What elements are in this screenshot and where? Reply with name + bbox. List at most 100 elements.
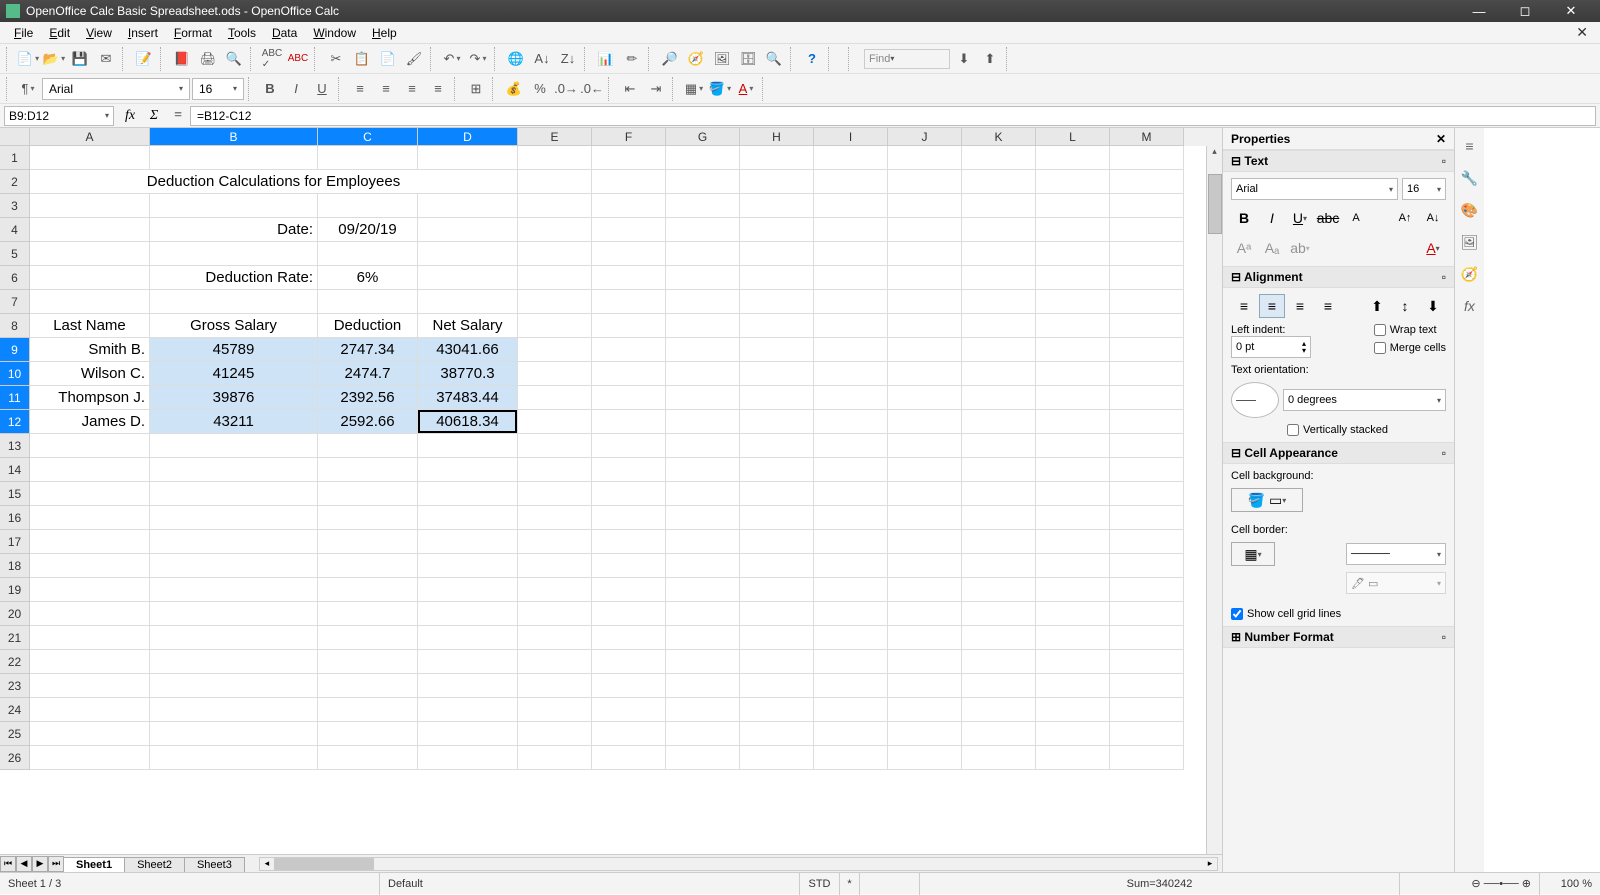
- cell-B25[interactable]: [150, 722, 318, 746]
- merge-cells-checkbox[interactable]: [1374, 342, 1386, 354]
- spellcheck-button[interactable]: ABC✓: [260, 47, 284, 71]
- cell-L21[interactable]: [1036, 626, 1110, 650]
- cell-E17[interactable]: [518, 530, 592, 554]
- cell-B20[interactable]: [150, 602, 318, 626]
- cell-M16[interactable]: [1110, 506, 1184, 530]
- cell-J16[interactable]: [888, 506, 962, 530]
- cell-L24[interactable]: [1036, 698, 1110, 722]
- cell-L3[interactable]: [1036, 194, 1110, 218]
- cell-D25[interactable]: [418, 722, 518, 746]
- cell-A4[interactable]: [30, 218, 150, 242]
- wrap-text-checkbox[interactable]: [1374, 324, 1386, 336]
- cell-D9[interactable]: 43041.66: [418, 338, 518, 362]
- sheet-tab-sheet1[interactable]: Sheet1: [63, 857, 125, 872]
- styles-button[interactable]: ¶: [16, 77, 40, 101]
- cell-L14[interactable]: [1036, 458, 1110, 482]
- more-options-icon[interactable]: ▫: [1442, 630, 1446, 644]
- cell-H24[interactable]: [740, 698, 814, 722]
- cell-M2[interactable]: [1110, 170, 1184, 194]
- cell-H17[interactable]: [740, 530, 814, 554]
- cell-H8[interactable]: [740, 314, 814, 338]
- cell-M21[interactable]: [1110, 626, 1184, 650]
- cell-F8[interactable]: [592, 314, 666, 338]
- row-header-5[interactable]: 5: [0, 242, 30, 266]
- percent-button[interactable]: %: [528, 77, 552, 101]
- cell-H21[interactable]: [740, 626, 814, 650]
- cell-G21[interactable]: [666, 626, 740, 650]
- cell-H14[interactable]: [740, 458, 814, 482]
- cell-I26[interactable]: [814, 746, 888, 770]
- zoom-slider[interactable]: ⊖ ──•── ⊕: [1400, 873, 1540, 895]
- cell-I23[interactable]: [814, 674, 888, 698]
- cell-K2[interactable]: [962, 170, 1036, 194]
- zoom-button[interactable]: 🔍: [762, 47, 786, 71]
- text-orient-dial[interactable]: [1231, 382, 1279, 418]
- cell-A17[interactable]: [30, 530, 150, 554]
- currency-button[interactable]: 💰: [502, 77, 526, 101]
- row-header-8[interactable]: 8: [0, 314, 30, 338]
- row-header-2[interactable]: 2: [0, 170, 30, 194]
- cell-A2[interactable]: Deduction Calculations for Employees: [30, 170, 518, 194]
- cell-F10[interactable]: [592, 362, 666, 386]
- cell-F15[interactable]: [592, 482, 666, 506]
- cell-F23[interactable]: [592, 674, 666, 698]
- cell-C25[interactable]: [318, 722, 418, 746]
- row-header-13[interactable]: 13: [0, 434, 30, 458]
- status-sum[interactable]: Sum=340242: [920, 873, 1400, 895]
- sidebar-super-button[interactable]: Aᵃ: [1231, 236, 1257, 260]
- cell-C26[interactable]: [318, 746, 418, 770]
- hyperlink-button[interactable]: 🌐: [504, 47, 528, 71]
- cell-L20[interactable]: [1036, 602, 1110, 626]
- sidebar-config-button[interactable]: ≡: [1458, 134, 1482, 158]
- row-header-24[interactable]: 24: [0, 698, 30, 722]
- close-button[interactable]: ✕: [1548, 0, 1594, 22]
- cell-G18[interactable]: [666, 554, 740, 578]
- cell-D6[interactable]: [418, 266, 518, 290]
- cell-H23[interactable]: [740, 674, 814, 698]
- cell-E21[interactable]: [518, 626, 592, 650]
- cell-B23[interactable]: [150, 674, 318, 698]
- cell-H18[interactable]: [740, 554, 814, 578]
- cell-G10[interactable]: [666, 362, 740, 386]
- cell-K1[interactable]: [962, 146, 1036, 170]
- cell-J8[interactable]: [888, 314, 962, 338]
- cell-F1[interactable]: [592, 146, 666, 170]
- sidebar-valign-top-button[interactable]: ⬆: [1364, 294, 1390, 318]
- row-header-20[interactable]: 20: [0, 602, 30, 626]
- cell-F6[interactable]: [592, 266, 666, 290]
- redo-button[interactable]: ↷: [466, 47, 490, 71]
- cell-J15[interactable]: [888, 482, 962, 506]
- sidebar-valign-mid-button[interactable]: ↕: [1392, 294, 1418, 318]
- row-header-26[interactable]: 26: [0, 746, 30, 770]
- cell-M13[interactable]: [1110, 434, 1184, 458]
- cell-B1[interactable]: [150, 146, 318, 170]
- cell-B17[interactable]: [150, 530, 318, 554]
- cell-K12[interactable]: [962, 410, 1036, 434]
- cell-G5[interactable]: [666, 242, 740, 266]
- column-header-L[interactable]: L: [1036, 128, 1110, 146]
- cell-H26[interactable]: [740, 746, 814, 770]
- cell-M14[interactable]: [1110, 458, 1184, 482]
- sidebar-underline-button[interactable]: U▾: [1287, 206, 1313, 230]
- cell-C3[interactable]: [318, 194, 418, 218]
- cell-G23[interactable]: [666, 674, 740, 698]
- cell-H5[interactable]: [740, 242, 814, 266]
- cell-D21[interactable]: [418, 626, 518, 650]
- cell-J25[interactable]: [888, 722, 962, 746]
- column-header-D[interactable]: D: [418, 128, 518, 146]
- font-size-combo[interactable]: 16▾: [192, 78, 244, 100]
- cell-M4[interactable]: [1110, 218, 1184, 242]
- cell-L18[interactable]: [1036, 554, 1110, 578]
- cell-L19[interactable]: [1036, 578, 1110, 602]
- cell-G4[interactable]: [666, 218, 740, 242]
- cell-C7[interactable]: [318, 290, 418, 314]
- text-orient-combo[interactable]: 0 degrees▾: [1283, 389, 1446, 411]
- border-color-combo[interactable]: 🖊 ▭▾: [1346, 572, 1446, 594]
- cell-M12[interactable]: [1110, 410, 1184, 434]
- print-preview-button[interactable]: 🔍: [222, 47, 246, 71]
- cell-B6[interactable]: Deduction Rate:: [150, 266, 318, 290]
- copy-button[interactable]: 📋: [350, 47, 374, 71]
- cell-F24[interactable]: [592, 698, 666, 722]
- cell-J9[interactable]: [888, 338, 962, 362]
- cell-F19[interactable]: [592, 578, 666, 602]
